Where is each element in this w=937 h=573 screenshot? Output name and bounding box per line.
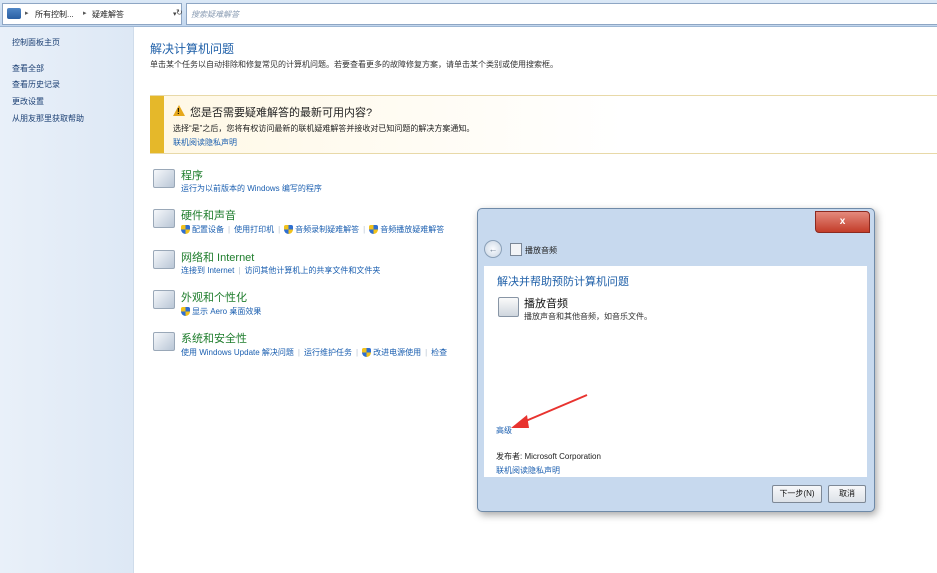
warning-mark: ! — [177, 107, 180, 116]
publisher-value: Microsoft Corporation — [524, 452, 601, 461]
breadcrumb-item[interactable]: 疑难解答 — [92, 9, 124, 20]
shield-icon — [369, 225, 379, 234]
link-use-printer[interactable]: 使用打印机 — [234, 224, 274, 235]
link-audio-playback[interactable]: 音频播放疑难解答 — [380, 224, 444, 235]
red-arrow-annotation-icon — [511, 394, 588, 428]
category-links: 显示 Aero 桌面效果 — [181, 306, 261, 317]
back-arrow-icon[interactable]: ← — [484, 240, 502, 258]
dialog-nav-title: 播放音频 — [525, 246, 557, 255]
speaker-icon — [510, 243, 522, 256]
category-programs[interactable]: 程序 — [181, 167, 203, 183]
link-windows-update[interactable]: 使用 Windows Update 解决问题 — [181, 347, 294, 358]
shield-icon — [181, 225, 190, 234]
refresh-icon[interactable]: ↻ — [176, 8, 183, 17]
divider: | — [238, 266, 241, 275]
sidebar-item-control-panel-home[interactable]: 控制面板主页 — [12, 37, 60, 48]
link-shared-files[interactable]: 访问其他计算机上的共享文件和文件夹 — [244, 265, 380, 276]
speaker-icon — [498, 297, 519, 317]
dialog-heading: 解决并帮助预防计算机问题 — [497, 276, 629, 288]
sidebar-item-view-history[interactable]: 查看历史记录 — [12, 79, 60, 90]
cancel-button[interactable]: 取消 — [828, 485, 866, 503]
link-power-usage[interactable]: 改进电源使用 — [373, 347, 421, 358]
next-button[interactable]: 下一步(N) — [772, 485, 822, 503]
privacy-link[interactable]: 联机阅读隐私声明 — [173, 137, 237, 148]
category-links: 运行为以前版本的 Windows 编写的程序 — [181, 183, 322, 194]
sidebar-item-change-settings[interactable]: 更改设置 — [12, 96, 44, 107]
link-connect-internet[interactable]: 连接到 Internet — [181, 265, 234, 276]
troubleshooter-title: 播放音频 — [524, 298, 568, 310]
search-placeholder: 搜索疑难解答 — [191, 10, 239, 19]
divider: | — [363, 225, 366, 234]
link-run-old-programs[interactable]: 运行为以前版本的 Windows 编写的程序 — [181, 183, 322, 194]
search-input[interactable]: 搜索疑难解答 — [186, 3, 937, 25]
link-configure-device[interactable]: 配置设备 — [192, 224, 224, 235]
category-system-security[interactable]: 系统和安全性 — [181, 330, 247, 346]
left-pane: 控制面板主页 查看全部 查看历史记录 更改设置 从朋友那里获取帮助 — [0, 27, 134, 573]
category-appearance[interactable]: 外观和个性化 — [181, 289, 247, 305]
troubleshooter-description: 播放声音和其他音频，如音乐文件。 — [524, 312, 652, 321]
divider: | — [356, 348, 359, 357]
shield-icon — [181, 307, 190, 316]
link-audio-recording[interactable]: 音频录制疑难解答 — [295, 224, 359, 235]
chevron-right-icon[interactable]: ▸ — [25, 9, 29, 17]
shield-icon — [362, 348, 372, 357]
divider: | — [278, 225, 281, 234]
sidebar-item-get-help-from-friend[interactable]: 从朋友那里获取帮助 — [12, 113, 84, 124]
category-links: 配置设备 | 使用打印机 | 音频录制疑难解答 | 音频播放疑难解答 — [181, 224, 444, 235]
close-button[interactable]: x — [815, 211, 870, 233]
control-panel-icon — [7, 8, 21, 19]
chevron-right-icon[interactable]: ▸ — [83, 9, 87, 17]
update-banner: ! 您是否需要疑难解答的最新可用内容? 选择“是”之后，您将有权访问最新的联机疑… — [150, 95, 937, 154]
divider: | — [228, 225, 231, 234]
banner-accent — [150, 96, 164, 153]
hardware-sound-icon — [153, 209, 175, 228]
banner-text: 选择“是”之后，您将有权访问最新的联机疑难解答并接收对已知问题的解决方案通知。 — [173, 124, 475, 133]
address-bar: ▸ 所有控制... ▸ 疑难解答 ▾ ↻ 搜索疑难解答 — [0, 0, 937, 27]
link-check[interactable]: 检查 — [431, 347, 447, 358]
dialog-content: 解决并帮助预防计算机问题 播放音频 播放声音和其他音频，如音乐文件。 高级 发布… — [484, 266, 867, 477]
appearance-icon — [153, 290, 175, 309]
troubleshooter-dialog: x ← 播放音频 解决并帮助预防计算机问题 播放音频 播放声音和其他音频，如音乐… — [477, 208, 875, 512]
system-security-icon — [153, 332, 175, 351]
network-icon — [153, 250, 175, 269]
page-title: 解决计算机问题 — [150, 42, 235, 56]
banner-title[interactable]: 您是否需要疑难解答的最新可用内容? — [190, 104, 372, 120]
sidebar-item-view-all[interactable]: 查看全部 — [12, 63, 44, 74]
programs-icon — [153, 169, 175, 188]
page-subtitle: 单击某个任务以自动排除和修复常见的计算机问题。若要查看更多的故障修复方案，请单击… — [150, 60, 558, 69]
divider: | — [297, 348, 300, 357]
publisher-label: 发布者: — [496, 452, 523, 461]
breadcrumb-item[interactable]: 所有控制... — [35, 9, 74, 20]
privacy-link[interactable]: 联机阅读隐私声明 — [496, 465, 560, 476]
publisher: 发布者: Microsoft Corporation — [496, 451, 601, 462]
category-links: 连接到 Internet | 访问其他计算机上的共享文件和文件夹 — [181, 265, 380, 276]
link-maintenance[interactable]: 运行维护任务 — [304, 347, 352, 358]
breadcrumb[interactable]: ▸ 所有控制... ▸ 疑难解答 ▾ — [2, 3, 182, 25]
category-hardware-sound[interactable]: 硬件和声音 — [181, 207, 236, 223]
category-network[interactable]: 网络和 Internet — [181, 249, 254, 265]
link-aero-effects[interactable]: 显示 Aero 桌面效果 — [192, 306, 261, 317]
category-links: 使用 Windows Update 解决问题 | 运行维护任务 | 改进电源使用… — [181, 347, 447, 358]
divider: | — [425, 348, 428, 357]
shield-icon — [284, 225, 294, 234]
advanced-link[interactable]: 高级 — [496, 425, 512, 436]
dialog-nav: ← 播放音频 — [484, 239, 868, 265]
